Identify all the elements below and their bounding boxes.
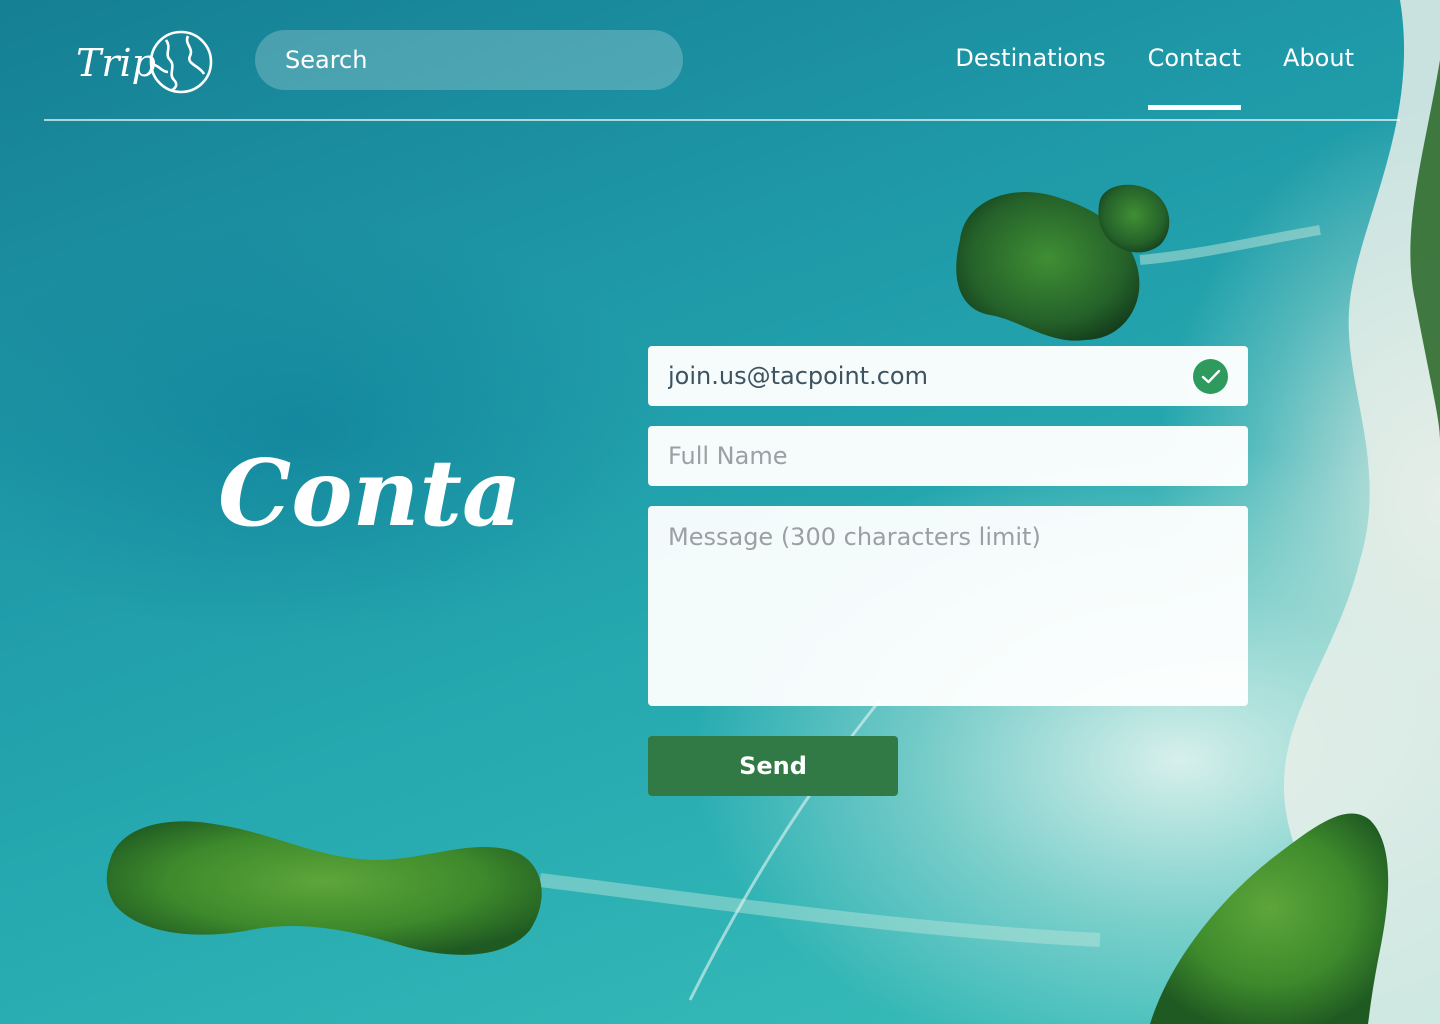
nav-contact[interactable]: Contact	[1147, 44, 1242, 110]
message-field[interactable]	[648, 506, 1248, 706]
nav-destinations[interactable]: Destinations	[955, 44, 1105, 110]
globe-icon	[149, 30, 213, 94]
checkmark-icon	[1193, 359, 1228, 394]
email-field[interactable]	[648, 346, 1248, 406]
brand-logo-text: Trip	[76, 41, 156, 85]
header-divider	[44, 119, 1400, 121]
page-title-text: Contact	[218, 439, 522, 547]
brand-logo[interactable]: Trip	[76, 28, 216, 102]
nav-about[interactable]: About	[1283, 44, 1354, 110]
page-title: Contact	[218, 439, 522, 547]
search-input[interactable]	[255, 30, 683, 90]
send-button[interactable]: Send	[648, 736, 898, 796]
main-nav: Destinations Contact About	[955, 44, 1354, 110]
full-name-field[interactable]	[648, 426, 1248, 486]
